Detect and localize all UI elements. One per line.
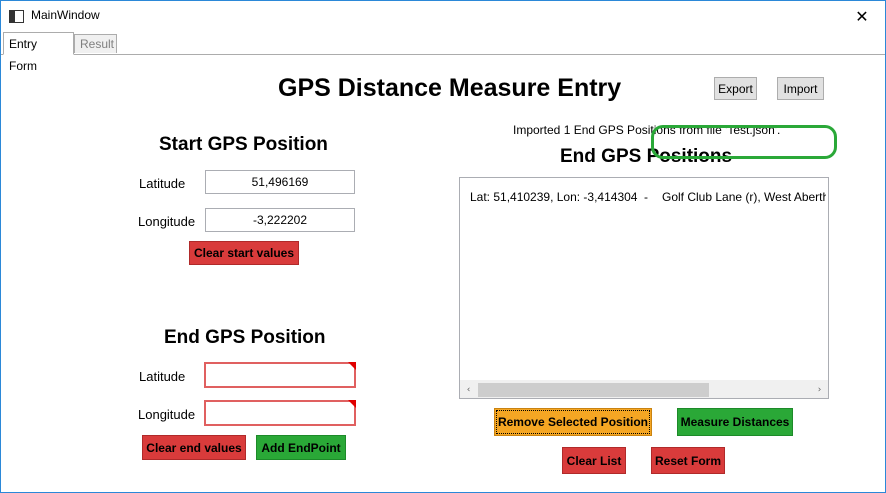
- start-position-heading: Start GPS Position: [159, 134, 328, 155]
- add-endpoint-button[interactable]: Add EndPoint: [256, 435, 346, 460]
- list-item[interactable]: Lat: 51,410239, Lon: -3,414304 - Golf Cl…: [470, 190, 826, 210]
- window-title: MainWindow: [31, 8, 100, 22]
- tab-result[interactable]: Result: [74, 34, 117, 53]
- end-positions-list[interactable]: Lat: 51,410239, Lon: -3,414304 - Golf Cl…: [459, 177, 829, 399]
- list-item-coords: Lat: 51,410239, Lon: -3,414304: [470, 190, 638, 204]
- end-positions-heading: End GPS Positions: [560, 146, 733, 167]
- title-bar[interactable]: MainWindow ✕: [1, 1, 885, 32]
- end-latitude-error-marker: [348, 362, 356, 370]
- import-status-text: Imported 1 End GPS Positions from file '…: [513, 123, 781, 137]
- scroll-right-icon[interactable]: ›: [811, 381, 828, 398]
- horizontal-scrollbar[interactable]: ‹ ›: [460, 380, 828, 398]
- reset-form-button[interactable]: Reset Form: [651, 447, 725, 474]
- end-longitude-error-marker: [348, 400, 356, 408]
- scroll-left-icon[interactable]: ‹: [460, 381, 477, 398]
- window-icon: [9, 10, 24, 23]
- close-icon[interactable]: ✕: [839, 1, 885, 32]
- start-longitude-label: Longitude: [138, 214, 196, 229]
- clear-list-button[interactable]: Clear List: [562, 447, 626, 474]
- end-longitude-input[interactable]: [204, 400, 356, 426]
- remove-selected-position-button[interactable]: Remove Selected Position: [494, 408, 652, 436]
- list-item-separator: -: [644, 190, 648, 204]
- page-title: GPS Distance Measure Entry: [278, 74, 622, 102]
- clear-end-values-button[interactable]: Clear end values: [142, 435, 246, 460]
- export-button[interactable]: Export: [714, 77, 757, 100]
- list-item-place: Golf Club Lane (r), West Aberthaw: [662, 190, 826, 204]
- end-latitude-input[interactable]: [204, 362, 356, 388]
- scroll-thumb[interactable]: [478, 383, 709, 397]
- tab-entry-form[interactable]: Entry Form: [3, 32, 74, 73]
- end-longitude-label: Longitude: [138, 407, 196, 422]
- end-latitude-label: Latitude: [139, 369, 186, 384]
- start-latitude-input[interactable]: 51,496169: [205, 170, 355, 194]
- import-button[interactable]: Import: [777, 77, 824, 100]
- entry-form-panel: GPS Distance Measure Entry Export Import…: [1, 55, 885, 492]
- main-window: MainWindow ✕ Entry Form Result GPS Dista…: [0, 0, 886, 493]
- measure-distances-button[interactable]: Measure Distances: [677, 408, 793, 436]
- clear-start-values-button[interactable]: Clear start values: [189, 241, 299, 265]
- end-position-heading: End GPS Position: [164, 327, 326, 348]
- start-longitude-input[interactable]: -3,222202: [205, 208, 355, 232]
- start-latitude-label: Latitude: [139, 176, 186, 191]
- tab-strip: Entry Form Result: [1, 32, 885, 73]
